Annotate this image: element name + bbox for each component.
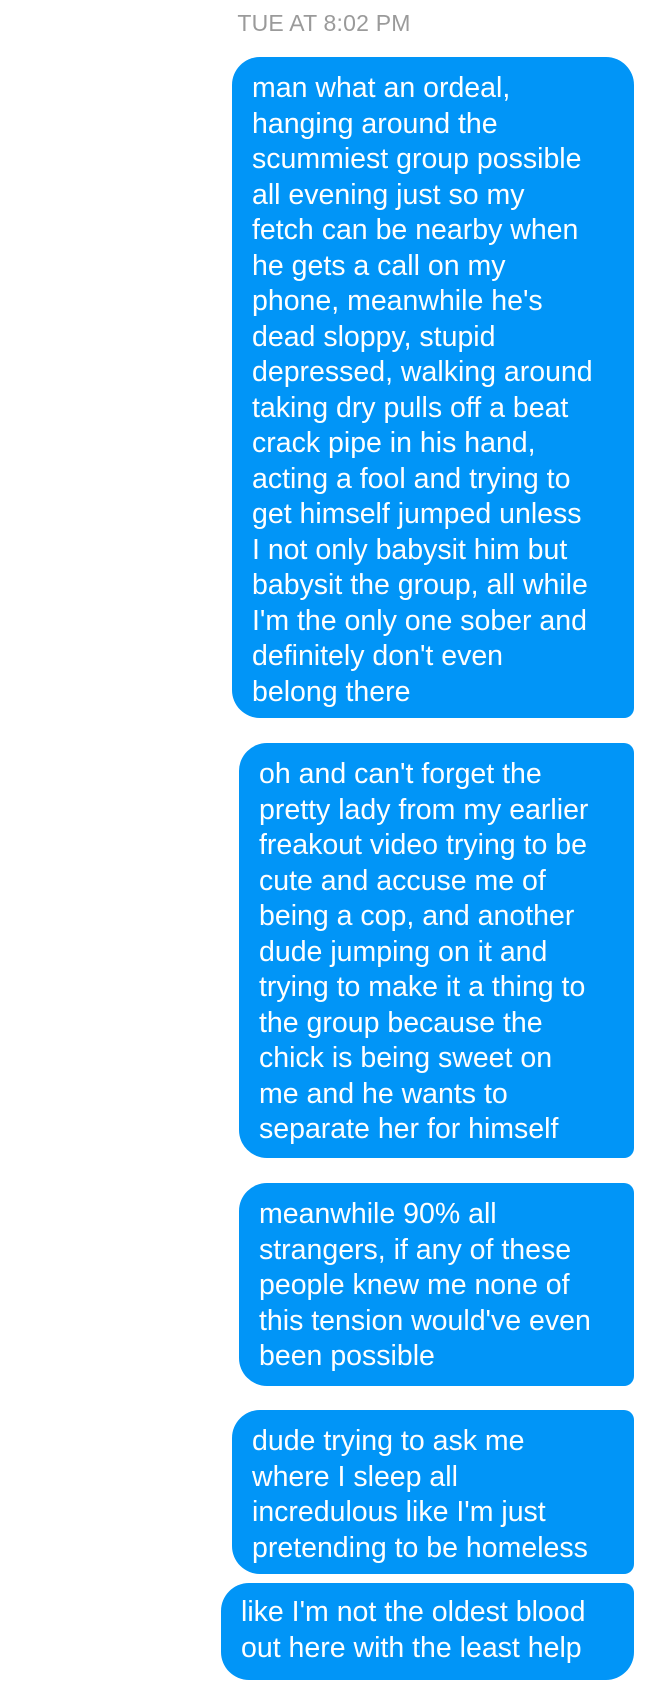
outgoing-message-bubble[interactable]: oh and can't forget the pretty lady from… <box>239 743 634 1158</box>
message-timestamp: TUE AT 8:02 PM <box>237 10 411 36</box>
outgoing-message-bubble[interactable]: meanwhile 90% all strangers, if any of t… <box>239 1183 634 1386</box>
outgoing-message-bubble[interactable]: man what an ordeal, hanging around the s… <box>232 57 634 718</box>
outgoing-message-bubble[interactable]: dude trying to ask me where I sleep all … <box>232 1410 634 1574</box>
outgoing-message-bubble[interactable]: like I'm not the oldest blood out here w… <box>221 1583 634 1680</box>
